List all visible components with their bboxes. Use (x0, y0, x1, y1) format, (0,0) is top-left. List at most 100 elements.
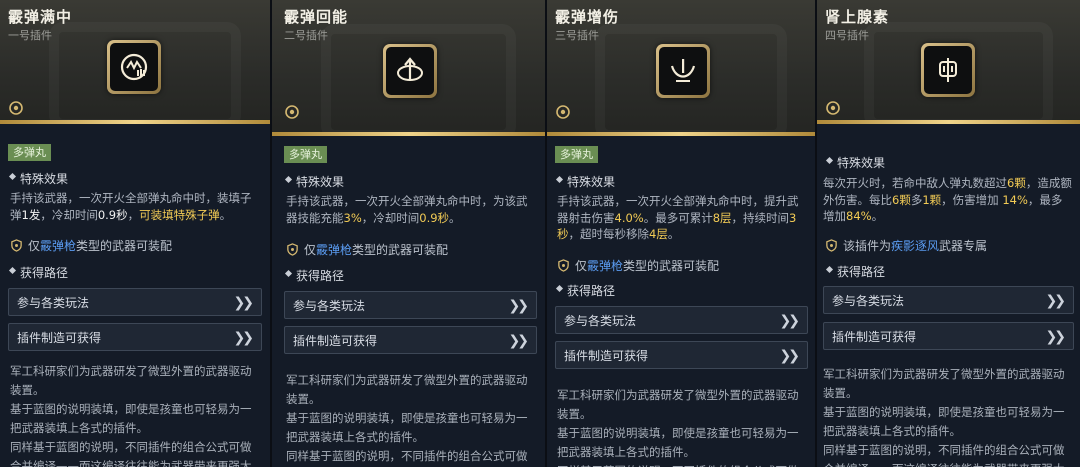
route-label: 参与各类玩法 (832, 294, 905, 308)
lore-line: 军工科研家们为武器研发了微型外置的武器驱动装置。 (557, 388, 799, 421)
shotgun-full-hit-icon (107, 40, 161, 94)
lore-line: 基于蓝图的说明装填，即使是孩童也可轻易为一把武器装填上各式的插件。 (823, 405, 1065, 438)
routes-title: 获得路径 (10, 264, 68, 281)
double-chevron-right-icon: ❯❯ (233, 330, 255, 346)
route-label: 参与各类玩法 (17, 296, 90, 310)
effect-text: 手持该武器，一次开火全部弹丸命中时，为该武器技能充能3%，冷却时间0.9秒。 (286, 193, 538, 226)
route-label: 插件制造可获得 (293, 334, 378, 348)
plugin-gear-icon (556, 105, 570, 119)
plugin-card-3: 霰弹增伤 三号插件 多弹丸 特殊效果 手持该武器，一次开火全部弹丸命中时，提升武… (547, 0, 815, 467)
routes-title: 获得路径 (557, 282, 615, 299)
effect-value: 1颗 (922, 192, 942, 207)
route-button-gameplay[interactable]: 参与各类玩法 ❯❯ (8, 288, 262, 316)
effect-title: 特殊效果 (557, 173, 615, 190)
effect-value: 4.0% (614, 210, 644, 225)
route-label: 插件制造可获得 (832, 330, 917, 344)
effect-value: 6颗 (892, 192, 911, 207)
weapon-type-link[interactable]: 霰弹枪 (40, 237, 76, 254)
route-button-craft[interactable]: 插件制造可获得 ❯❯ (555, 341, 808, 369)
effect-value: 可装填特殊子弹 (139, 207, 220, 222)
restriction-prefix: 仅 (28, 239, 41, 253)
tag-multi-pellet: 多弹丸 (284, 146, 327, 163)
shield-icon (287, 243, 298, 256)
effect-value: 84% (846, 209, 872, 223)
double-chevron-right-icon: ❯❯ (1045, 293, 1067, 309)
effect-segment: ，持续时间 (731, 210, 790, 225)
route-button-gameplay[interactable]: 参与各类玩法 ❯❯ (823, 286, 1074, 314)
restriction-suffix: 类型的武器可装配 (352, 243, 449, 257)
weapon-type-link[interactable]: 霰弹枪 (587, 257, 623, 274)
double-chevron-right-icon: ❯❯ (1045, 329, 1067, 345)
effect-text: 手持该武器，一次开火全部弹丸命中时，提升武器射击伤害4.0%。最多可累计8层，持… (557, 193, 807, 243)
route-label: 参与各类玩法 (564, 314, 637, 328)
weapon-restriction: 仅霰弹枪 类型的武器可装配 (557, 257, 719, 274)
card-header: 霰弹回能 二号插件 (272, 0, 545, 136)
effect-title: 特殊效果 (286, 173, 344, 190)
effect-segment: 。最多可累计 (643, 210, 713, 225)
route-button-gameplay[interactable]: 参与各类玩法 ❯❯ (555, 306, 808, 334)
plugin-card-2: 霰弹回能 二号插件 多弹丸 特殊效果 手持该武器，一次开火全部弹丸命中时，为该武… (272, 0, 545, 467)
plugin-title: 霰弹满中 (8, 8, 73, 26)
card-header: 肾上腺素 四号插件 (817, 0, 1080, 124)
lore-line: 军工科研家们为武器研发了微型外置的武器驱动装置。 (10, 364, 252, 397)
plugin-title: 霰弹增伤 (555, 8, 620, 26)
restriction-prefix: 仅 (575, 259, 588, 273)
double-chevron-right-icon: ❯❯ (779, 348, 801, 364)
shotgun-damage-icon (656, 44, 710, 98)
route-button-craft[interactable]: 插件制造可获得 ❯❯ (8, 323, 262, 351)
effect-value: 1发 (21, 207, 41, 222)
effect-value: 3% (343, 210, 362, 225)
shotgun-recharge-icon (383, 44, 437, 98)
route-button-craft[interactable]: 插件制造可获得 ❯❯ (823, 322, 1074, 350)
plugin-card-1: 霰弹满中 一号插件 多弹丸 特殊效果 手持该武器，一次开火全部弹丸命中时，装填子… (0, 0, 270, 467)
lore-line: 基于蓝图的说明装填，即使是孩童也可轻易为一把武器装填上各式的插件。 (286, 411, 528, 444)
lore-line: 同样基于蓝图的说明，不同插件的组合公式可做合并编译——而这编译往往能为武器带来更… (10, 440, 252, 467)
lore-text: 军工科研家们为武器研发了微型外置的武器驱动装置。 基于蓝图的说明装填，即使是孩童也… (557, 386, 807, 467)
plugin-gear-icon (826, 101, 840, 115)
effect-segment: ， (127, 207, 140, 222)
effect-text: 每次开火时，若命中敌人弹丸数超过6颗，造成额外伤害。每比6颗多1颗，伤害增加 1… (823, 175, 1073, 225)
effect-value: 6颗 (1007, 176, 1026, 190)
lore-text: 军工科研家们为武器研发了微型外置的武器驱动装置。 基于蓝图的说明装填，即使是孩童也… (823, 365, 1073, 467)
effect-value: 14% (1002, 192, 1028, 207)
effect-text: 手持该武器，一次开火全部弹丸命中时，装填子弹1发，冷却时间0.9秒，可装填特殊子… (10, 190, 262, 223)
effect-segment: 。 (219, 207, 232, 222)
double-chevron-right-icon: ❯❯ (508, 333, 530, 349)
plugin-slot: 四号插件 (825, 29, 869, 42)
card-header: 霰弹满中 一号插件 (0, 0, 270, 124)
plugin-slot: 三号插件 (555, 29, 599, 42)
plugin-title: 肾上腺素 (825, 8, 890, 26)
effect-value: 8层 (712, 210, 732, 225)
lore-line: 同样基于蓝图的说明，不同插件的组合公式可做 (557, 462, 807, 467)
effect-segment: ，冷却时间 (361, 210, 420, 225)
effect-segment: 。 (871, 209, 884, 223)
restriction-prefix: 仅 (304, 243, 317, 257)
shield-icon (826, 239, 837, 252)
plugin-gear-icon (9, 101, 23, 115)
effect-segment: 每次开火时，若命中敌人弹丸数超过 (823, 176, 1007, 190)
effect-segment: 。 (667, 227, 680, 241)
lore-text: 军工科研家们为武器研发了微型外置的武器驱动装置。 基于蓝图的说明装填，即使是孩童也… (286, 371, 538, 467)
double-chevron-right-icon: ❯❯ (779, 313, 801, 329)
routes-title: 获得路径 (827, 263, 885, 280)
route-button-craft[interactable]: 插件制造可获得 ❯❯ (284, 326, 537, 354)
shield-icon (558, 259, 569, 272)
weapon-restriction: 该插件为 疾影逐风 武器专属 (825, 237, 987, 254)
restriction-prefix: 该插件为 (843, 239, 892, 253)
effect-title: 特殊效果 (10, 170, 68, 187)
route-button-gameplay[interactable]: 参与各类玩法 ❯❯ (284, 291, 537, 319)
effect-segment: ，伤害增加 (941, 192, 1003, 207)
route-label: 参与各类玩法 (293, 299, 366, 313)
lore-line: 同样基于蓝图的说明，不同插件的组合公式可做合并编译——而这编译往往能为武器带来更… (823, 443, 1065, 467)
effect-value: 0.9秒 (419, 210, 450, 225)
plugin-title: 霰弹回能 (284, 8, 349, 26)
weapon-type-link[interactable]: 霰弹枪 (316, 241, 352, 258)
lore-line: 基于蓝图的说明装填，即使是孩童也可轻易为一把武器装填上各式的插件。 (10, 402, 252, 435)
double-chevron-right-icon: ❯❯ (233, 295, 255, 311)
tag-multi-pellet: 多弹丸 (555, 146, 598, 163)
adrenaline-icon (921, 43, 975, 97)
lore-line: 同样基于蓝图的说明，不同插件的组合公式可做合并编译——而这编译往往能为武器带来更… (286, 449, 528, 463)
lore-line: 军工科研家们为武器研发了微型外置的武器驱动装置。 (286, 373, 528, 406)
weapon-exclusive-link[interactable]: 疾影逐风 (891, 237, 939, 254)
plugin-slot: 二号插件 (284, 29, 328, 42)
